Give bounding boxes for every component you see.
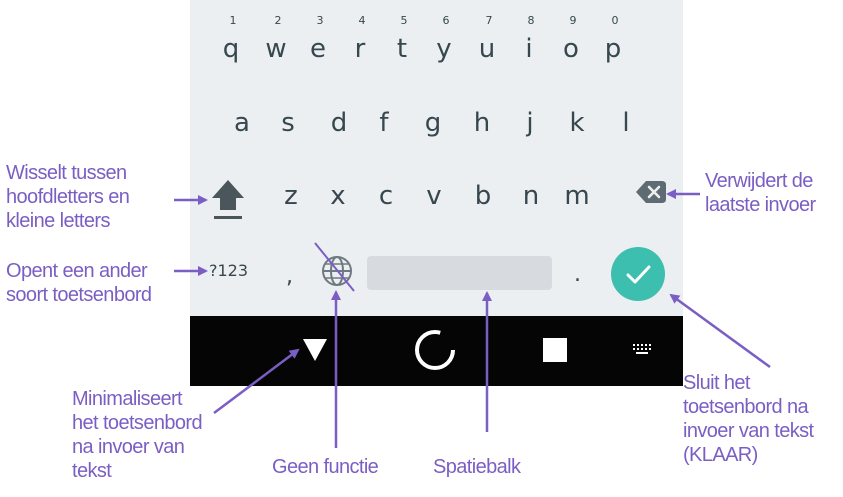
key-p[interactable]: p bbox=[593, 34, 633, 64]
callout-done: Sluit het toetsenbord na invoer van teks… bbox=[683, 372, 814, 466]
key-g[interactable]: g bbox=[413, 108, 453, 138]
period-key[interactable]: . bbox=[574, 262, 581, 287]
key-b[interactable]: b bbox=[463, 181, 503, 211]
key-hint-9: 9 bbox=[569, 14, 577, 27]
key-hint-4: 4 bbox=[358, 14, 366, 27]
spacebar[interactable] bbox=[367, 256, 552, 290]
callout-shift: Wisselt tussen hoofdletters en kleine le… bbox=[6, 162, 130, 232]
done-button[interactable] bbox=[611, 247, 665, 301]
key-v[interactable]: v bbox=[414, 181, 454, 211]
key-hint-0: 0 bbox=[611, 14, 619, 27]
key-hint-8: 8 bbox=[527, 14, 535, 27]
key-d[interactable]: d bbox=[319, 108, 359, 138]
key-t[interactable]: t bbox=[382, 34, 422, 64]
key-s[interactable]: s bbox=[268, 108, 308, 138]
navigation-bar bbox=[190, 316, 683, 386]
key-hint-5: 5 bbox=[400, 14, 408, 27]
key-hint-6: 6 bbox=[442, 14, 450, 27]
done-arrow bbox=[669, 293, 771, 369]
key-j[interactable]: j bbox=[510, 108, 550, 138]
square-icon[interactable] bbox=[543, 338, 567, 362]
comma-key[interactable]: , bbox=[286, 264, 293, 289]
key-l[interactable]: l bbox=[606, 108, 646, 138]
key-w[interactable]: w bbox=[256, 34, 296, 64]
key-hint-3: 3 bbox=[316, 14, 324, 27]
key-hint-2: 2 bbox=[274, 14, 282, 27]
key-y[interactable]: y bbox=[424, 34, 464, 64]
checkmark-icon bbox=[626, 265, 651, 284]
key-m[interactable]: m bbox=[557, 181, 597, 211]
key-q[interactable]: q bbox=[211, 34, 251, 64]
key-hint-7: 7 bbox=[485, 14, 493, 27]
key-u[interactable]: u bbox=[467, 34, 507, 64]
callout-symbols: Opent een ander soort toetsenbord bbox=[6, 260, 152, 306]
key-x[interactable]: x bbox=[318, 181, 358, 211]
key-hint-1: 1 bbox=[229, 14, 237, 27]
callout-globe: Geen functie bbox=[272, 456, 379, 478]
key-r[interactable]: r bbox=[340, 34, 380, 64]
key-o[interactable]: o bbox=[551, 34, 591, 64]
key-i[interactable]: i bbox=[509, 34, 549, 64]
key-k[interactable]: k bbox=[557, 108, 597, 138]
key-n[interactable]: n bbox=[511, 181, 551, 211]
callout-minimize: Minimaliseert het toetsenbord na invoer … bbox=[72, 388, 203, 482]
key-h[interactable]: h bbox=[462, 108, 502, 138]
key-a[interactable]: a bbox=[222, 108, 262, 138]
key-f[interactable]: f bbox=[364, 108, 404, 138]
key-c[interactable]: c bbox=[366, 181, 406, 211]
key-e[interactable]: e bbox=[298, 34, 338, 64]
callout-backspace: Verwijdert de laatste invoer bbox=[705, 170, 816, 216]
symbols-key[interactable]: ?123 bbox=[209, 261, 248, 280]
callout-space: Spatiebalk bbox=[433, 456, 521, 478]
key-z[interactable]: z bbox=[271, 181, 311, 211]
